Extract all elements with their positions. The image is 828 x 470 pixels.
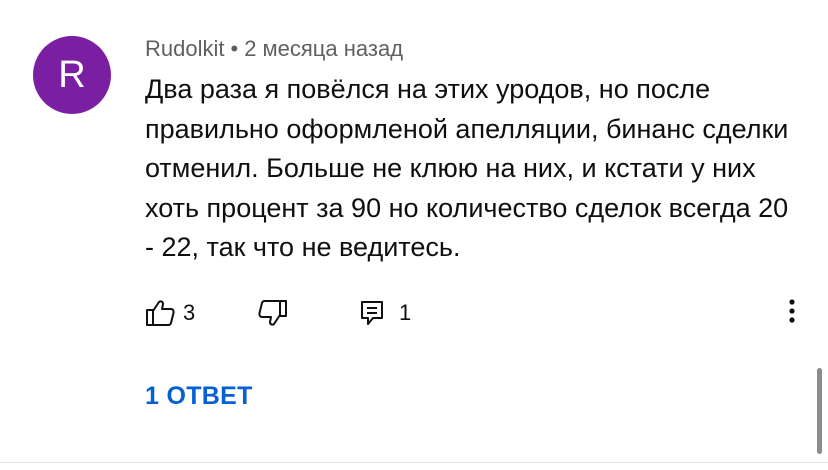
avatar[interactable]: R	[33, 36, 111, 114]
like-count: 3	[183, 300, 196, 325]
meta-separator: •	[230, 36, 239, 61]
reply-button[interactable]: 1	[359, 296, 411, 330]
divider	[0, 462, 828, 463]
author-name[interactable]: Rudolkit	[145, 36, 224, 61]
thumbs-down-icon	[258, 299, 288, 327]
comment-actions: 3 1	[145, 296, 805, 330]
thumbs-up-icon	[145, 299, 175, 327]
reply-comment-icon	[359, 299, 385, 327]
dislike-button[interactable]	[258, 296, 288, 330]
more-options-button[interactable]	[782, 296, 802, 330]
scrollbar[interactable]	[817, 368, 822, 454]
like-button[interactable]: 3	[145, 296, 195, 330]
reply-count: 1	[399, 300, 412, 325]
comment-timestamp: 2 месяца назад	[244, 36, 404, 61]
view-replies-button[interactable]: 1 ОТВЕТ	[145, 382, 253, 411]
more-vertical-icon	[788, 298, 796, 329]
avatar-letter: R	[58, 54, 86, 96]
comment-meta: Rudolkit • 2 месяца назад	[145, 36, 403, 62]
comment-text: Два раза я повёлся на этих уродов, но по…	[145, 74, 789, 262]
comment-item: R Rudolkit • 2 месяца назад Два раза я пов…	[0, 0, 828, 470]
